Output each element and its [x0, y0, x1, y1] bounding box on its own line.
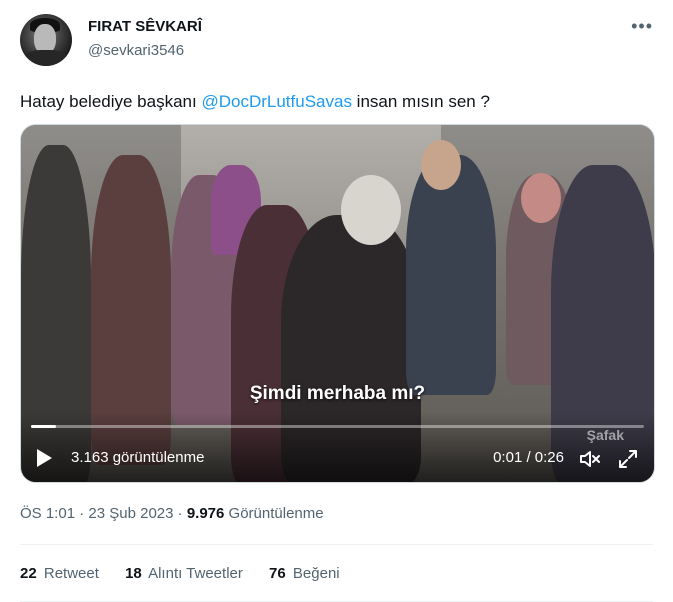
video-watermark: Şafak	[586, 427, 624, 443]
meta-separator: ·	[75, 505, 89, 522]
mention-link[interactable]: @DocDrLutfuSavas	[201, 92, 352, 111]
video-progress-fill	[31, 425, 56, 428]
meta-separator: ·	[173, 505, 187, 522]
video-view-count: 3.163 görüntülenme	[71, 449, 205, 466]
quotes-count: 18	[125, 565, 142, 582]
video-player[interactable]: Şimdi merhaba mı? Şafak 3.163 görüntülen…	[20, 124, 655, 483]
tweet-stats: 22 Retweet 18 Alıntı Tweetler 76 Beğeni	[20, 565, 362, 582]
likes-stat[interactable]: 76 Beğeni	[269, 565, 340, 582]
video-frame	[21, 125, 654, 482]
video-time: 0:01 / 0:26	[493, 449, 564, 466]
tweet-card: FIRAT SÊVKARÎ @sevkari3546 ••• Hatay bel…	[0, 0, 673, 602]
video-progress-bar[interactable]	[31, 425, 644, 428]
likes-label: Beğeni	[292, 565, 340, 582]
author-handle[interactable]: @sevkari3546	[88, 42, 184, 59]
play-icon[interactable]	[37, 449, 52, 467]
likes-count: 76	[269, 565, 286, 582]
author-name[interactable]: FIRAT SÊVKARÎ	[88, 18, 202, 35]
more-icon[interactable]: •••	[631, 17, 653, 35]
tweet-text: Hatay belediye başkanı @DocDrLutfuSavas …	[20, 90, 660, 114]
tweet-text-before: Hatay belediye başkanı	[20, 92, 202, 111]
quotes-label: Alıntı Tweetler	[148, 565, 243, 582]
tweet-meta: ÖS 1:01 · 23 Şub 2023 · 9.976 Görüntülen…	[20, 505, 324, 522]
tweet-time[interactable]: ÖS 1:01	[20, 505, 75, 522]
divider	[20, 544, 653, 545]
tweet-date[interactable]: 23 Şub 2023	[88, 505, 173, 522]
video-controls: 3.163 görüntülenme 0:01 / 0:26	[21, 443, 654, 475]
views-label: Görüntülenme	[228, 505, 324, 522]
mute-icon[interactable]	[578, 447, 602, 471]
fullscreen-icon[interactable]	[616, 447, 640, 471]
retweets-label: Retweet	[43, 565, 99, 582]
quotes-stat[interactable]: 18 Alıntı Tweetler	[125, 565, 243, 582]
video-caption: Şimdi merhaba mı?	[249, 383, 426, 404]
retweets-stat[interactable]: 22 Retweet	[20, 565, 99, 582]
tweet-text-after: insan mısın sen ?	[351, 92, 490, 111]
views-count: 9.976	[186, 505, 225, 522]
retweets-count: 22	[20, 565, 37, 582]
avatar[interactable]	[20, 14, 72, 66]
